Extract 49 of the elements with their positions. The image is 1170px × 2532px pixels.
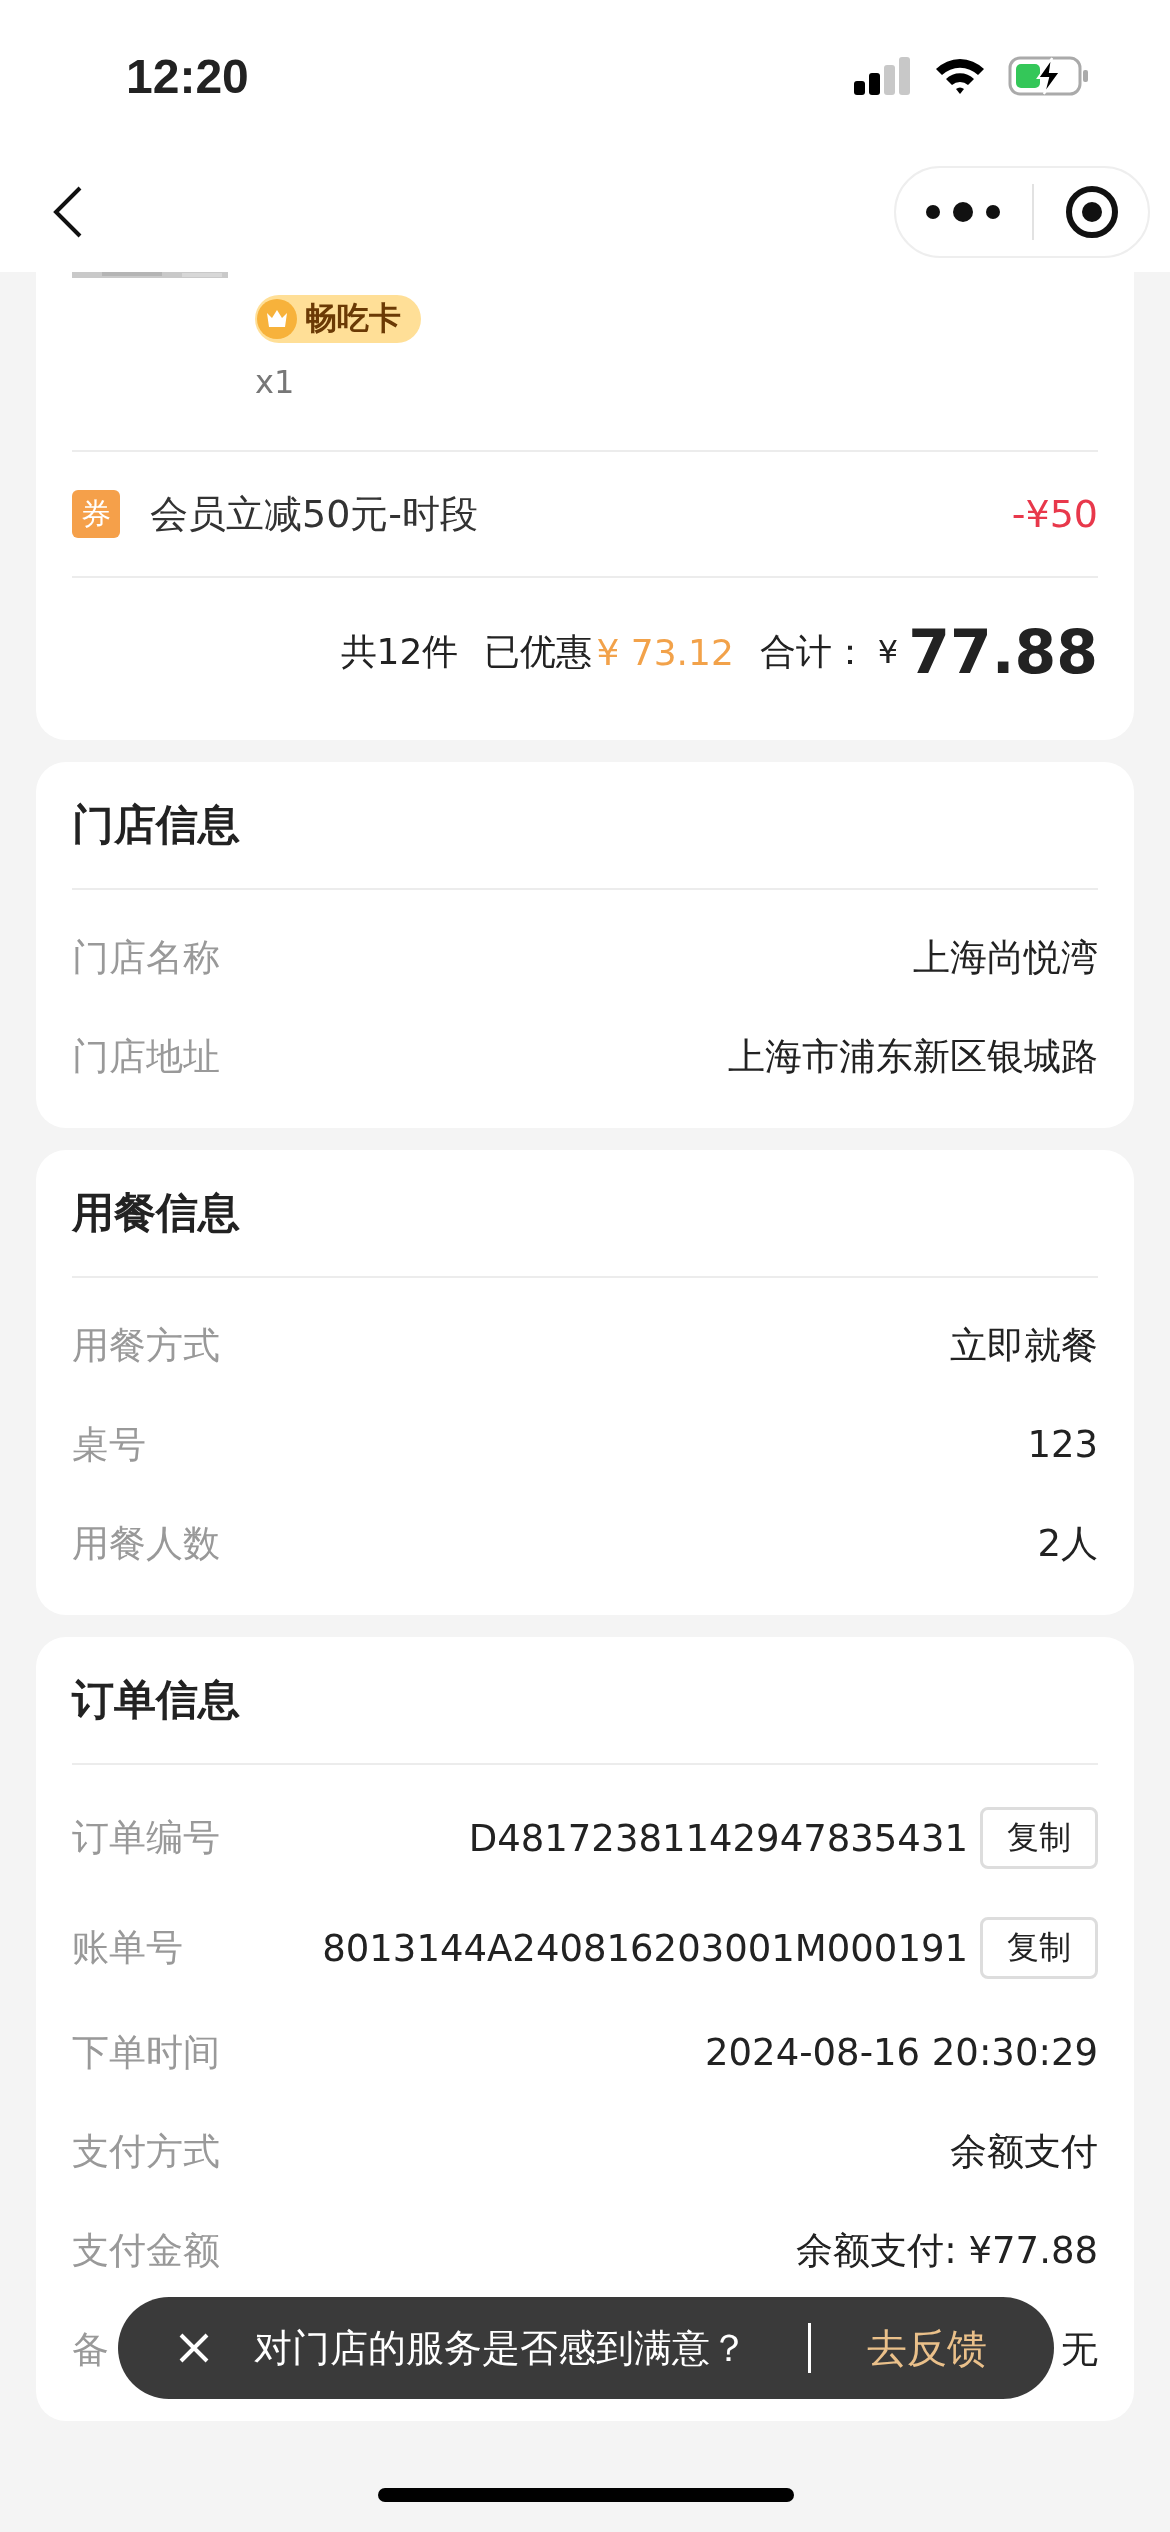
field-label: 桌号	[72, 1421, 146, 1468]
status-time: 12:20	[126, 48, 249, 104]
wifi-icon	[934, 57, 986, 95]
toast-message: 对门店的服务是否感到满意？	[254, 2324, 748, 2372]
field-label: 订单编号	[72, 1815, 220, 1861]
field-value: 123	[1027, 1423, 1098, 1466]
discount-label: 会员立减50元-时段	[150, 490, 480, 538]
saved-label: 已优惠	[484, 629, 593, 674]
total-label: 合计：	[759, 629, 868, 674]
currency-sign: ¥	[877, 633, 899, 671]
field-value: 上海市浦东新区银城路	[728, 1033, 1098, 1080]
field-value: 2人	[1037, 1520, 1098, 1567]
field-label: 支付金额	[72, 2227, 220, 2274]
more-icon[interactable]	[925, 202, 1002, 222]
field-value: 8013144A240816203001M000191	[322, 1926, 968, 1970]
saved-amount: ¥ 73.12	[596, 631, 734, 673]
field-label: 账单号	[72, 1925, 183, 1971]
discount-amount: -¥50	[1011, 492, 1098, 536]
section-title: 订单信息	[72, 1674, 241, 1726]
crown-icon	[257, 299, 297, 339]
badge-label: 畅吃卡	[305, 298, 401, 339]
battery-charging-icon	[1008, 56, 1090, 96]
copy-button[interactable]: 复制	[980, 1917, 1098, 1979]
section-title: 用餐信息	[72, 1187, 241, 1239]
field-label-fragment: 备	[72, 2326, 109, 2373]
close-icon[interactable]	[178, 2332, 210, 2364]
back-icon[interactable]	[52, 184, 84, 240]
field-value: 无	[1061, 2326, 1098, 2373]
field-value: 立即就餐	[950, 1322, 1098, 1369]
field-label: 下单时间	[72, 2029, 220, 2076]
field-label: 用餐方式	[72, 1322, 220, 1369]
close-target-icon[interactable]	[1064, 185, 1119, 239]
field-value: 余额支付	[950, 2128, 1098, 2175]
coupon-icon: 券	[72, 490, 120, 538]
field-value: 余额支付: ¥77.88	[796, 2227, 1098, 2274]
field-label: 支付方式	[72, 2128, 220, 2175]
field-label: 门店地址	[72, 1033, 220, 1080]
item-count: 共12件	[340, 629, 459, 674]
field-value: 上海尚悦湾	[913, 934, 1098, 981]
field-value: D48172381142947835431	[468, 1816, 968, 1860]
feedback-link[interactable]: 去反馈	[867, 2320, 987, 2376]
signal-icon	[854, 57, 912, 95]
total-amount: 77.88	[908, 617, 1098, 687]
item-quantity: x1	[255, 363, 296, 401]
section-title: 门店信息	[72, 799, 241, 851]
field-value: 2024-08-16 20:30:29	[705, 2031, 1098, 2074]
copy-button[interactable]: 复制	[980, 1807, 1098, 1869]
field-label: 门店名称	[72, 934, 220, 981]
field-label: 用餐人数	[72, 1520, 220, 1567]
